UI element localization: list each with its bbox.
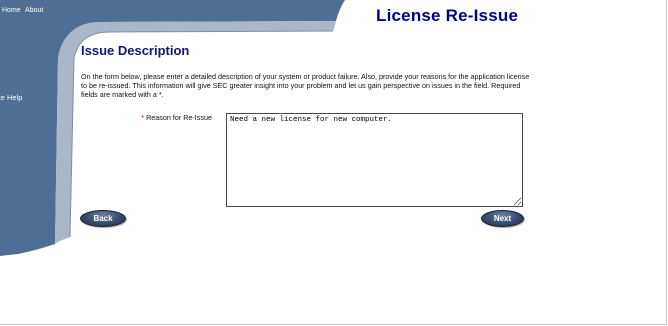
next-button[interactable]: Next: [481, 210, 524, 227]
back-button[interactable]: Back: [80, 210, 126, 227]
section-description: On the form below, please enter a detail…: [81, 72, 530, 99]
nav-home-link[interactable]: Home: [2, 7, 21, 14]
reason-for-reissue-textarea[interactable]: Need a new license for new computer.: [226, 113, 523, 207]
page-title: License Re-Issue: [376, 6, 519, 25]
reason-field-label: * Reason for Re-Issue: [120, 113, 212, 122]
nav-site-help-link[interactable]: Site Help: [0, 93, 22, 102]
section-title: Issue Description: [81, 43, 190, 58]
reason-label-text: Reason for Re-Issue: [144, 113, 212, 122]
nav-about-link[interactable]: About: [25, 7, 43, 14]
